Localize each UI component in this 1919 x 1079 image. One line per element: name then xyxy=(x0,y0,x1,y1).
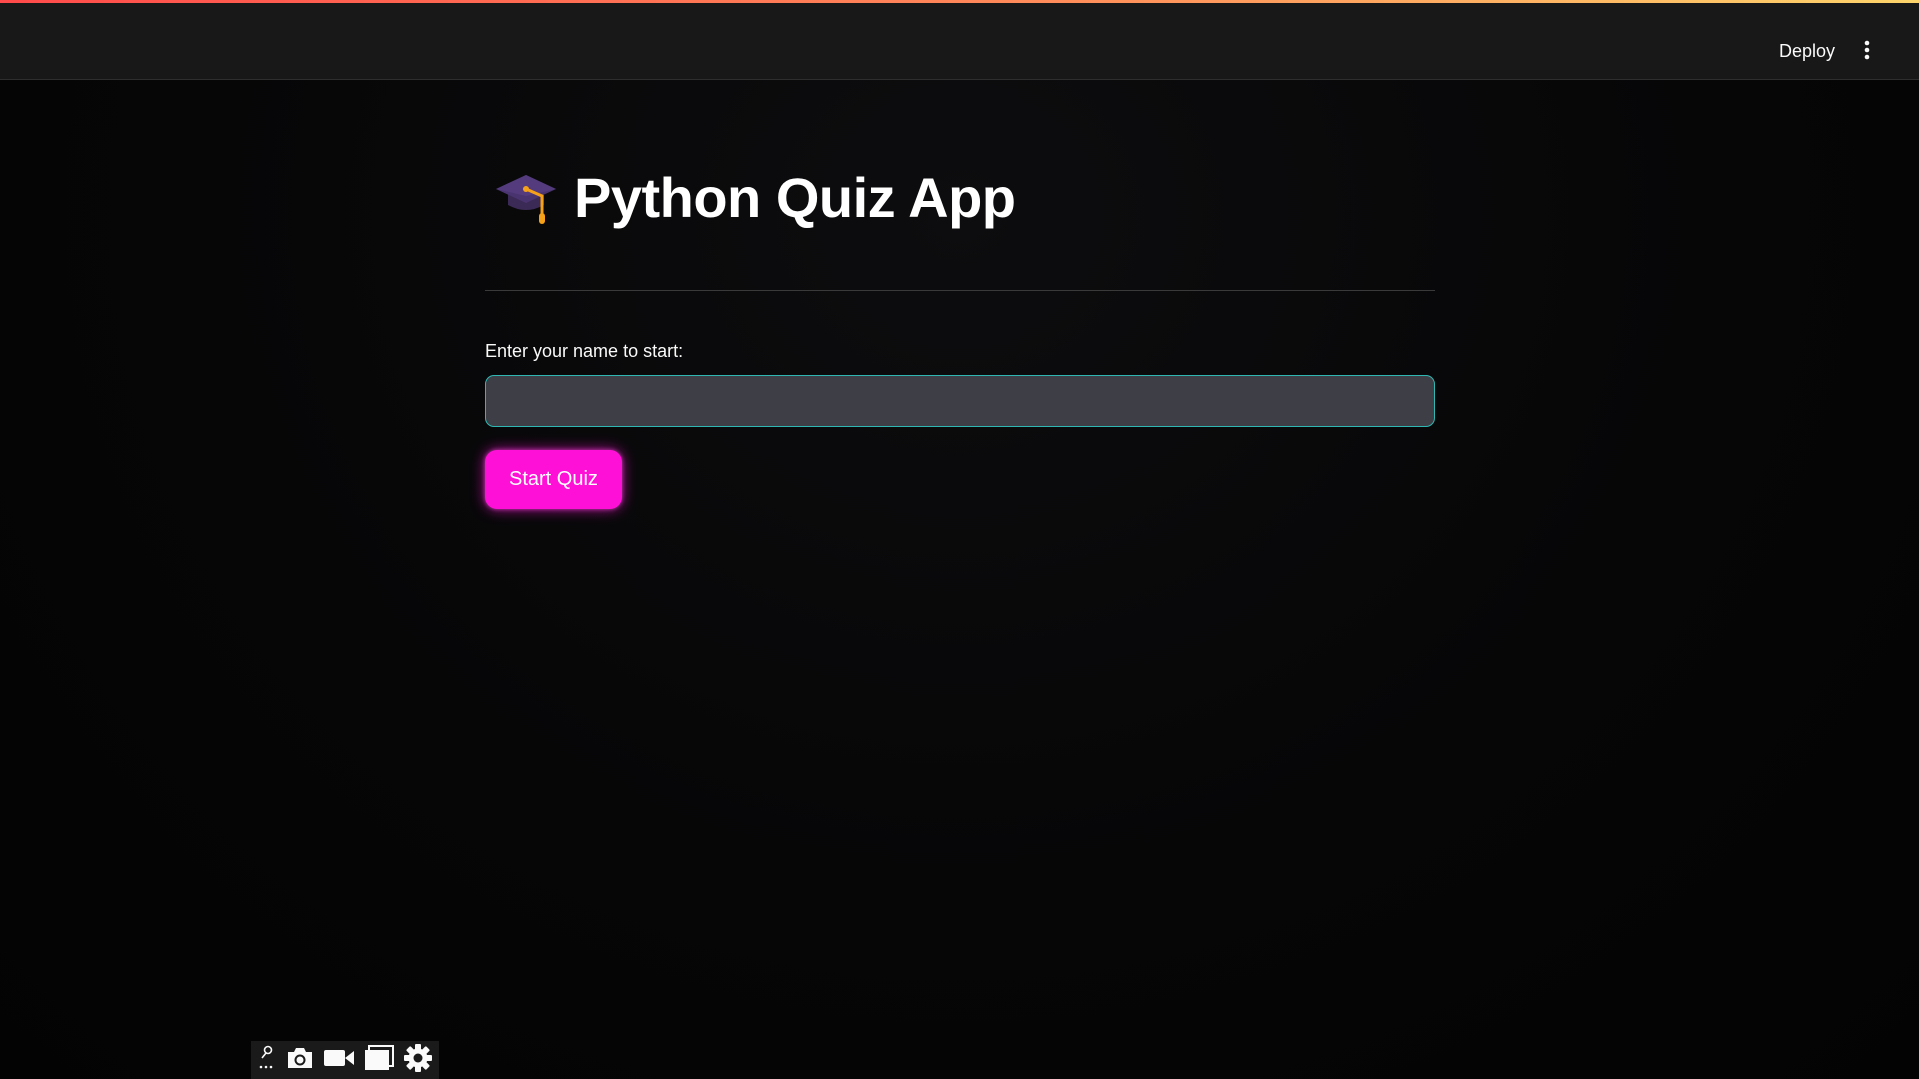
record-video-tool[interactable] xyxy=(322,1043,356,1077)
section-divider xyxy=(485,290,1435,291)
settings-tool[interactable] xyxy=(401,1043,435,1077)
graduation-cap-icon xyxy=(494,169,558,225)
start-quiz-button[interactable]: Start Quiz xyxy=(485,450,622,509)
screen-capture-toolbar xyxy=(251,1041,439,1079)
window-icon xyxy=(364,1044,394,1076)
camera-icon xyxy=(285,1046,315,1075)
main-content: Python Quiz App Enter your name to start… xyxy=(485,80,1435,509)
title-row: Python Quiz App xyxy=(485,162,1435,232)
app-root: Deploy Python Quiz App Enter your name t… xyxy=(0,0,1919,1079)
deploy-button[interactable]: Deploy xyxy=(1769,35,1845,67)
pin-dots-tool[interactable] xyxy=(255,1043,277,1077)
vertical-ellipsis-icon xyxy=(1864,40,1870,63)
app-header: Deploy xyxy=(0,3,1919,80)
pin-dots-icon xyxy=(258,1045,274,1076)
main-menu-button[interactable] xyxy=(1851,35,1883,67)
gear-icon xyxy=(403,1043,433,1078)
name-input[interactable] xyxy=(485,375,1435,427)
name-field-label: Enter your name to start: xyxy=(485,341,684,361)
window-capture-tool[interactable] xyxy=(362,1043,396,1077)
screenshot-tool[interactable] xyxy=(283,1043,317,1077)
page-title: Python Quiz App xyxy=(574,165,1016,229)
video-camera-icon xyxy=(323,1047,355,1074)
